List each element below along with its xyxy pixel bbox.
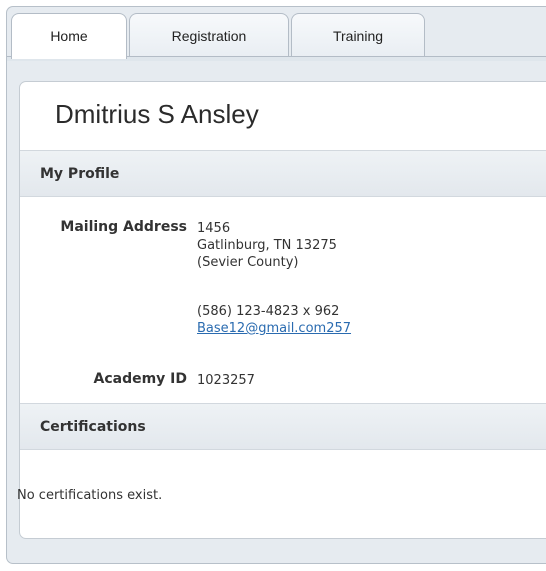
address-line3: (Sevier County) <box>197 255 299 270</box>
tab-home[interactable]: Home <box>11 13 127 59</box>
profile-name: Dmitrius S Ansley <box>55 99 259 129</box>
no-certifications-message: No certifications exist. <box>17 488 163 503</box>
tab-registration[interactable]: Registration <box>129 13 289 57</box>
app-frame: Home Registration Training Dmitrius S An… <box>6 6 546 564</box>
mailing-address: 1456 Gatlinburg, TN 13275 (Sevier County… <box>197 220 337 271</box>
phone-number: (586) 123-4823 x 962 <box>197 304 340 319</box>
tab-training[interactable]: Training <box>291 13 425 57</box>
email-link[interactable]: Base12@gmail.com257 <box>197 320 351 337</box>
mailing-address-label: Mailing Address <box>60 219 187 235</box>
certifications-header: Certifications <box>20 403 546 450</box>
address-line1: 1456 <box>197 221 231 236</box>
academy-id-value: 1023257 <box>197 373 255 388</box>
academy-id-label: Academy ID <box>93 371 187 387</box>
my-profile-header: My Profile <box>20 150 546 197</box>
contact-info: (586) 123-4823 x 962 Base12@gmail.com257 <box>197 303 351 337</box>
address-line2: Gatlinburg, TN 13275 <box>197 238 337 253</box>
